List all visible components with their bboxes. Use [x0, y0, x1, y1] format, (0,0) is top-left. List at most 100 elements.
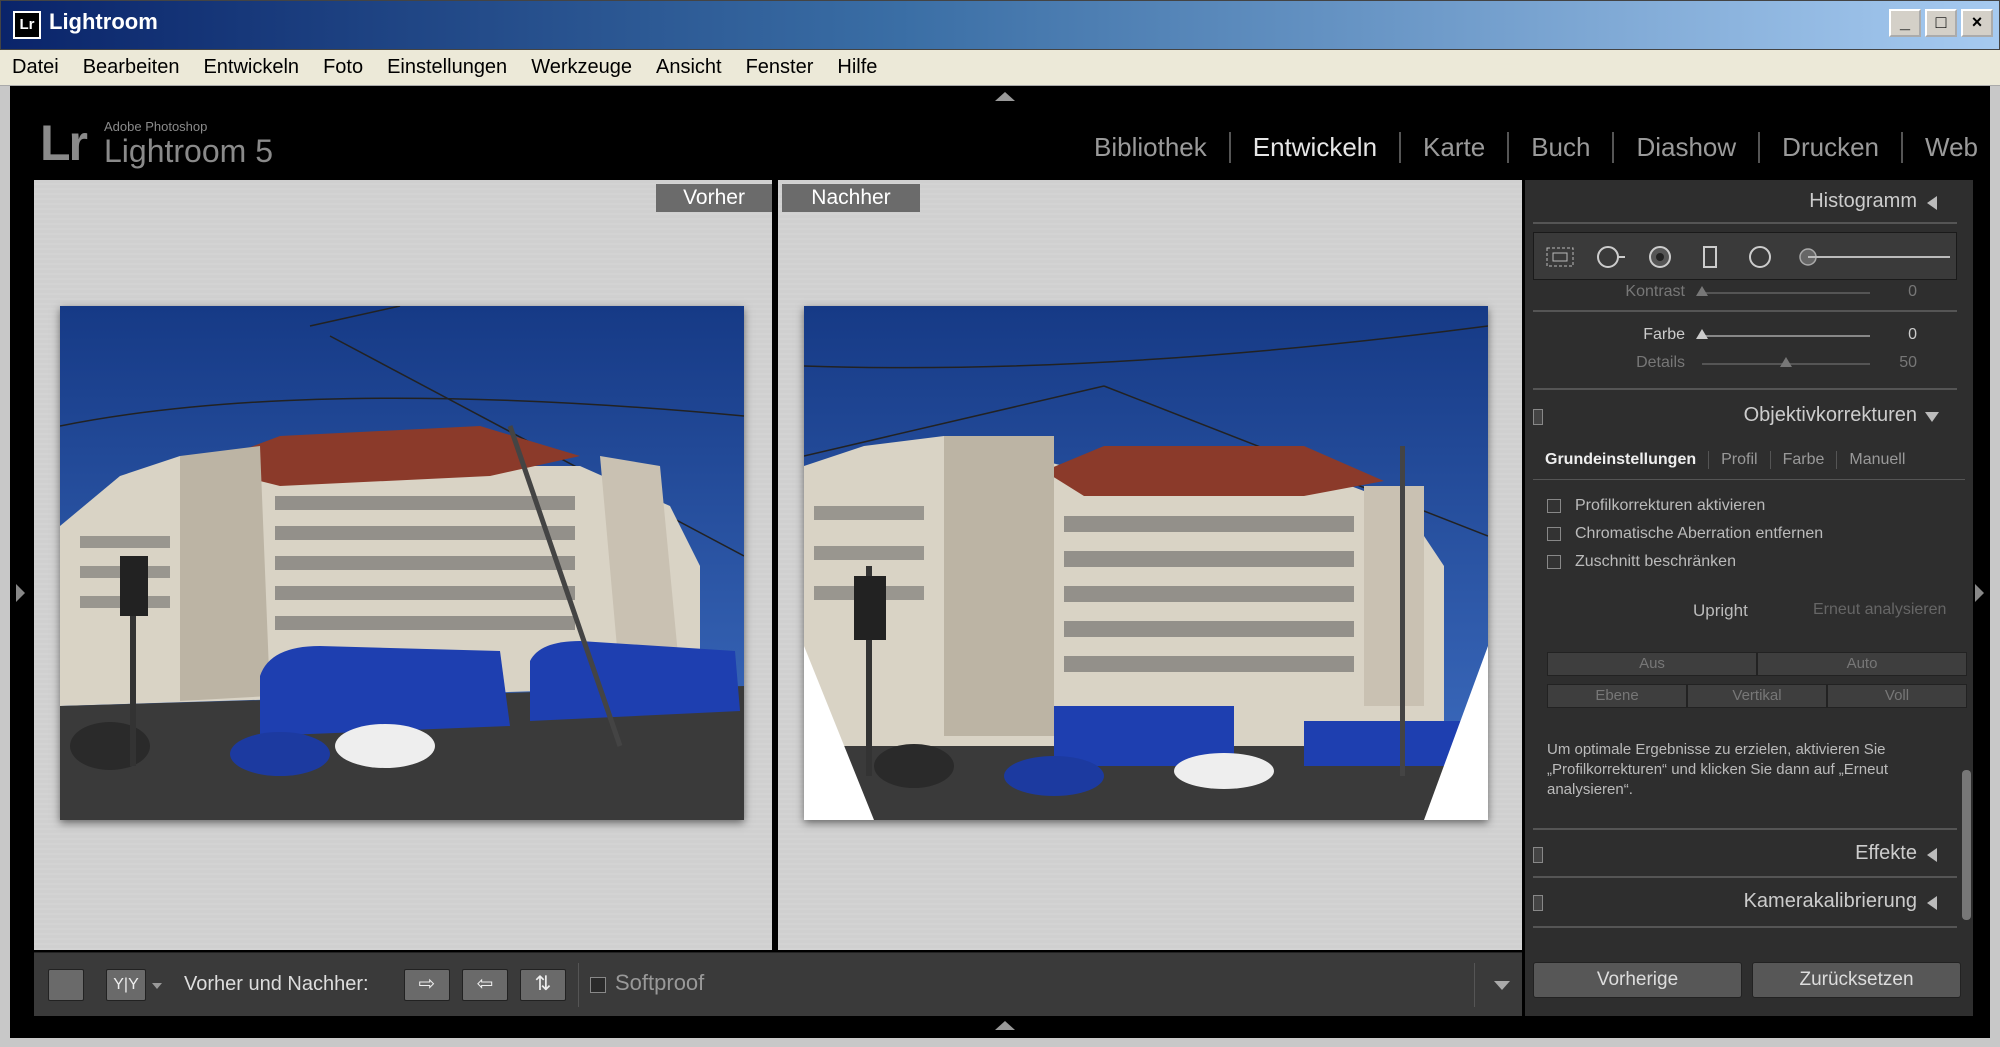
collapse-top-panel-icon[interactable] [995, 92, 1015, 101]
loupe-view-button[interactable] [48, 969, 84, 1001]
upright-auto-button[interactable]: Auto [1757, 652, 1967, 676]
menu-foto[interactable]: Foto [323, 56, 363, 79]
module-entwickeln[interactable]: Entwickeln [1231, 132, 1402, 163]
module-web[interactable]: Web [1903, 132, 1978, 163]
slider-farbe-thumb[interactable] [1696, 329, 1708, 339]
calibration-toggle[interactable] [1533, 895, 1543, 911]
menu-datei[interactable]: Datei [12, 56, 59, 79]
panel-divider [1533, 876, 1957, 878]
copy-before-to-after-icon[interactable]: ⇨ [404, 969, 450, 1001]
menu-entwickeln[interactable]: Entwickeln [203, 56, 299, 79]
checkbox-row-profile[interactable]: Profilkorrekturen aktivieren [1547, 495, 1765, 517]
upright-buttons-row1: Aus Auto [1547, 652, 1967, 676]
before-pane[interactable]: Vorher [34, 180, 772, 950]
softproof-checkbox[interactable] [590, 977, 606, 993]
graduated-filter-icon[interactable] [1694, 245, 1726, 269]
checkbox-row-ca[interactable]: Chromatische Aberration entfernen [1547, 523, 1823, 545]
panel-divider [1533, 828, 1957, 830]
remove-ca-label: Chromatische Aberration entfernen [1575, 525, 1824, 542]
expand-left-panel-icon[interactable] [16, 584, 25, 602]
after-photo-image [804, 306, 1488, 820]
constrain-crop-checkbox[interactable] [1547, 555, 1561, 569]
minimize-button[interactable]: _ [1889, 9, 1921, 37]
slider-farbe-value[interactable]: 0 [1908, 326, 1917, 344]
previous-settings-button[interactable]: Vorherige [1533, 962, 1742, 998]
toolbar-options-dropdown-icon[interactable] [1494, 981, 1510, 990]
module-drucken[interactable]: Drucken [1760, 132, 1903, 163]
slider-farbe-track[interactable] [1702, 335, 1870, 337]
after-photo[interactable] [804, 306, 1488, 820]
tab-manuell[interactable]: Manuell [1837, 451, 1917, 469]
right-panel: Histogramm Kontrast 0 Farbe 0 Details 50… [1525, 180, 1973, 1016]
copy-after-to-before-icon[interactable]: ⇦ [462, 969, 508, 1001]
lens-subtabs: Grundeinstellungen Profil Farbe Manuell [1533, 440, 1965, 480]
tab-farbe[interactable]: Farbe [1771, 450, 1838, 469]
module-buch[interactable]: Buch [1509, 132, 1615, 163]
menu-werkzeuge[interactable]: Werkzeuge [531, 56, 632, 79]
lr-logo-mark: Lr [40, 115, 88, 171]
before-label: Vorher [656, 184, 772, 212]
adjustment-brush-icon[interactable] [1794, 245, 1954, 269]
menu-einstellungen[interactable]: Einstellungen [387, 56, 507, 79]
red-eye-correction-icon[interactable] [1644, 245, 1676, 269]
lens-corrections-header[interactable]: Objektivkorrekturen [1525, 394, 1973, 438]
calibration-title: Kamerakalibrierung [1743, 890, 1917, 912]
slider-farbe[interactable]: Farbe 0 [1525, 323, 1973, 349]
slider-details[interactable]: Details 50 [1525, 351, 1973, 377]
lens-corrections-title: Objektivkorrekturen [1743, 404, 1917, 426]
reset-button[interactable]: Zurücksetzen [1752, 962, 1961, 998]
expand-filmstrip-icon[interactable] [995, 1021, 1015, 1030]
profile-corrections-checkbox[interactable] [1547, 499, 1561, 513]
tab-profil[interactable]: Profil [1709, 450, 1771, 469]
before-photo[interactable] [60, 306, 744, 820]
spot-removal-icon[interactable] [1594, 245, 1626, 269]
reanalyse-button[interactable]: Erneut analysieren [1813, 601, 1946, 619]
slider-kontrast[interactable]: Kontrast 0 [1525, 280, 1973, 306]
effects-collapse-icon[interactable] [1927, 848, 1937, 862]
panel-scrollbar[interactable] [1962, 770, 1971, 920]
upright-level-button[interactable]: Ebene [1547, 684, 1687, 708]
slider-farbe-label: Farbe [1643, 326, 1685, 343]
swap-before-after-icon[interactable]: ⇅ [520, 969, 566, 1001]
tab-grundeinstellungen[interactable]: Grundeinstellungen [1533, 450, 1710, 469]
mode-dropdown-icon[interactable] [152, 983, 162, 989]
maximize-button[interactable]: □ [1925, 9, 1957, 37]
panel-bottom-buttons: Vorherige Zurücksetzen [1533, 962, 1961, 1002]
after-label: Nachher [782, 184, 920, 212]
menu-hilfe[interactable]: Hilfe [837, 56, 877, 79]
radial-filter-icon[interactable] [1744, 245, 1776, 269]
calibration-collapse-icon[interactable] [1927, 896, 1937, 910]
module-karte[interactable]: Karte [1401, 132, 1510, 163]
module-bibliothek[interactable]: Bibliothek [1072, 132, 1231, 163]
slider-details-value[interactable]: 50 [1899, 354, 1917, 372]
menu-ansicht[interactable]: Ansicht [656, 56, 722, 79]
module-diashow[interactable]: Diashow [1614, 132, 1761, 163]
after-pane[interactable]: Nachher [778, 180, 1522, 950]
lens-corrections-expand-icon[interactable] [1925, 412, 1939, 422]
effects-toggle[interactable] [1533, 847, 1543, 863]
crop-overlay-icon[interactable] [1544, 245, 1576, 269]
upright-off-button[interactable]: Aus [1547, 652, 1757, 676]
histogram-collapse-icon[interactable] [1927, 196, 1937, 210]
effects-header[interactable]: Effekte [1525, 832, 1973, 876]
histogram-title: Histogramm [1809, 190, 1917, 212]
slider-details-thumb[interactable] [1780, 357, 1792, 367]
calibration-header[interactable]: Kamerakalibrierung [1525, 880, 1973, 924]
lens-corrections-toggle[interactable] [1533, 409, 1543, 425]
histogram-header[interactable]: Histogramm [1525, 180, 1973, 224]
checkbox-row-crop[interactable]: Zuschnitt beschränken [1547, 551, 1736, 573]
upright-full-button[interactable]: Voll [1827, 684, 1967, 708]
before-after-mode-button[interactable]: Y|Y [106, 969, 146, 1001]
menu-fenster[interactable]: Fenster [746, 56, 814, 79]
expand-right-panel-icon[interactable] [1975, 584, 1984, 602]
slider-kontrast-track[interactable] [1702, 292, 1870, 294]
remove-ca-checkbox[interactable] [1547, 527, 1561, 541]
slider-kontrast-value[interactable]: 0 [1908, 283, 1917, 301]
menu-bearbeiten[interactable]: Bearbeiten [83, 56, 180, 79]
close-button[interactable]: × [1961, 9, 1993, 37]
slider-kontrast-thumb[interactable] [1696, 286, 1708, 296]
panel-divider [1533, 310, 1957, 312]
upright-info-text: Um optimale Ergebnisse zu erzielen, akti… [1547, 741, 1889, 798]
upright-vertical-button[interactable]: Vertikal [1687, 684, 1827, 708]
logo-subtitle: Adobe Photoshop [104, 118, 208, 134]
